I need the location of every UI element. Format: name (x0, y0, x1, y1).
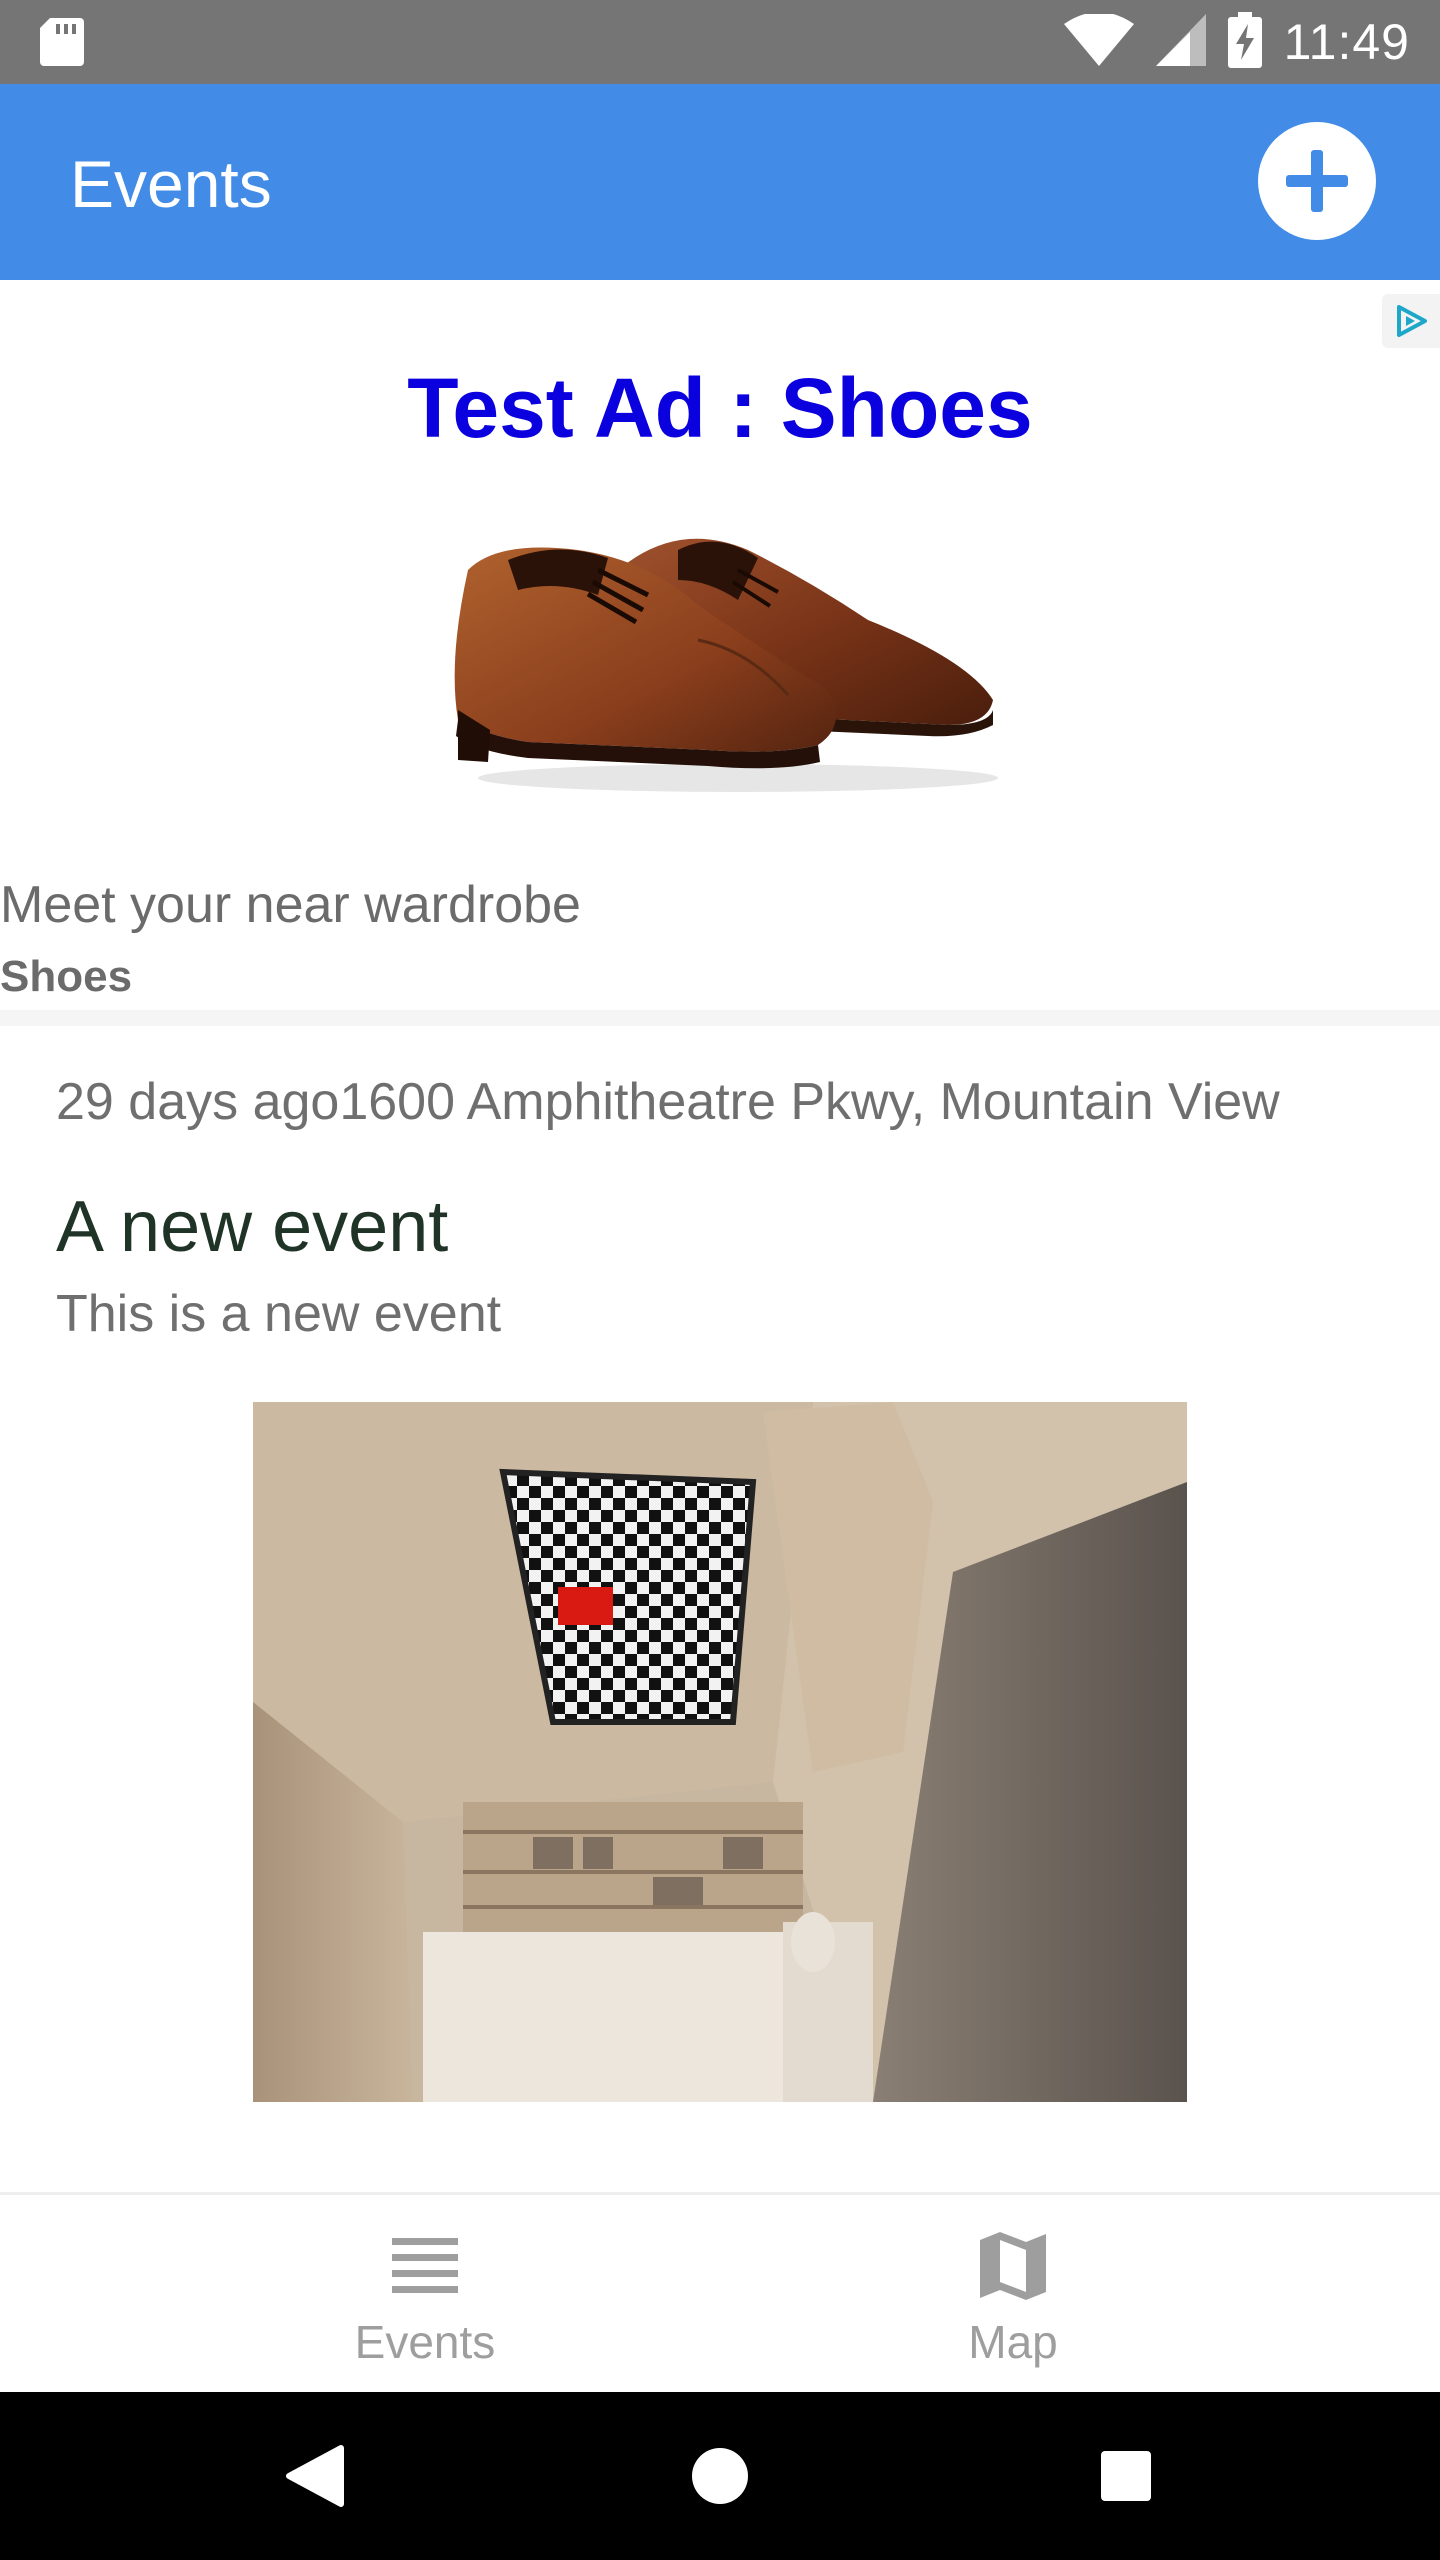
bottom-navigation: Events Map (0, 2192, 1440, 2392)
status-time: 11:49 (1283, 14, 1410, 70)
signal-icon (1155, 13, 1206, 71)
ad-banner[interactable]: Test Ad : Shoes Meet your near wardrobe … (0, 280, 1440, 1005)
recent-apps-icon[interactable] (1086, 2436, 1166, 2516)
plus-icon (1286, 150, 1348, 212)
add-event-button[interactable] (1258, 122, 1376, 240)
shoes-image[interactable] (448, 510, 1008, 800)
page-title: Events (70, 147, 272, 221)
event-meta: 29 days ago1600 Amphitheatre Pkwy, Mount… (56, 1073, 1280, 1131)
status-bar: 11:49 (0, 0, 1440, 84)
event-photo[interactable] (253, 1402, 1187, 2102)
sd-card-icon (40, 18, 84, 71)
back-icon[interactable] (275, 2436, 355, 2516)
nav-item-events[interactable]: Events (225, 2195, 625, 2395)
wifi-icon (1063, 11, 1134, 71)
event-card[interactable]: 29 days ago1600 Amphitheatre Pkwy, Mount… (0, 1026, 1440, 2192)
divider (0, 1010, 1440, 1026)
event-title: A new event (56, 1187, 449, 1267)
ad-body-text[interactable]: Meet your near wardrobe (0, 875, 581, 935)
ad-advertiser[interactable]: Shoes (0, 952, 132, 1002)
system-navigation-bar (0, 2392, 1440, 2560)
nav-label-map: Map (968, 2316, 1058, 2368)
battery-charging-icon (1227, 11, 1262, 73)
nav-label-events: Events (354, 2316, 496, 2368)
home-icon[interactable] (680, 2436, 760, 2516)
map-icon (980, 2231, 1046, 2301)
list-icon (392, 2231, 458, 2301)
ad-headline[interactable]: Test Ad : Shoes (0, 360, 1440, 457)
ad-choices-icon[interactable] (1382, 294, 1440, 348)
event-description: This is a new event (56, 1285, 502, 1343)
app-bar: Events (0, 84, 1440, 280)
nav-item-map[interactable]: Map (813, 2195, 1213, 2395)
